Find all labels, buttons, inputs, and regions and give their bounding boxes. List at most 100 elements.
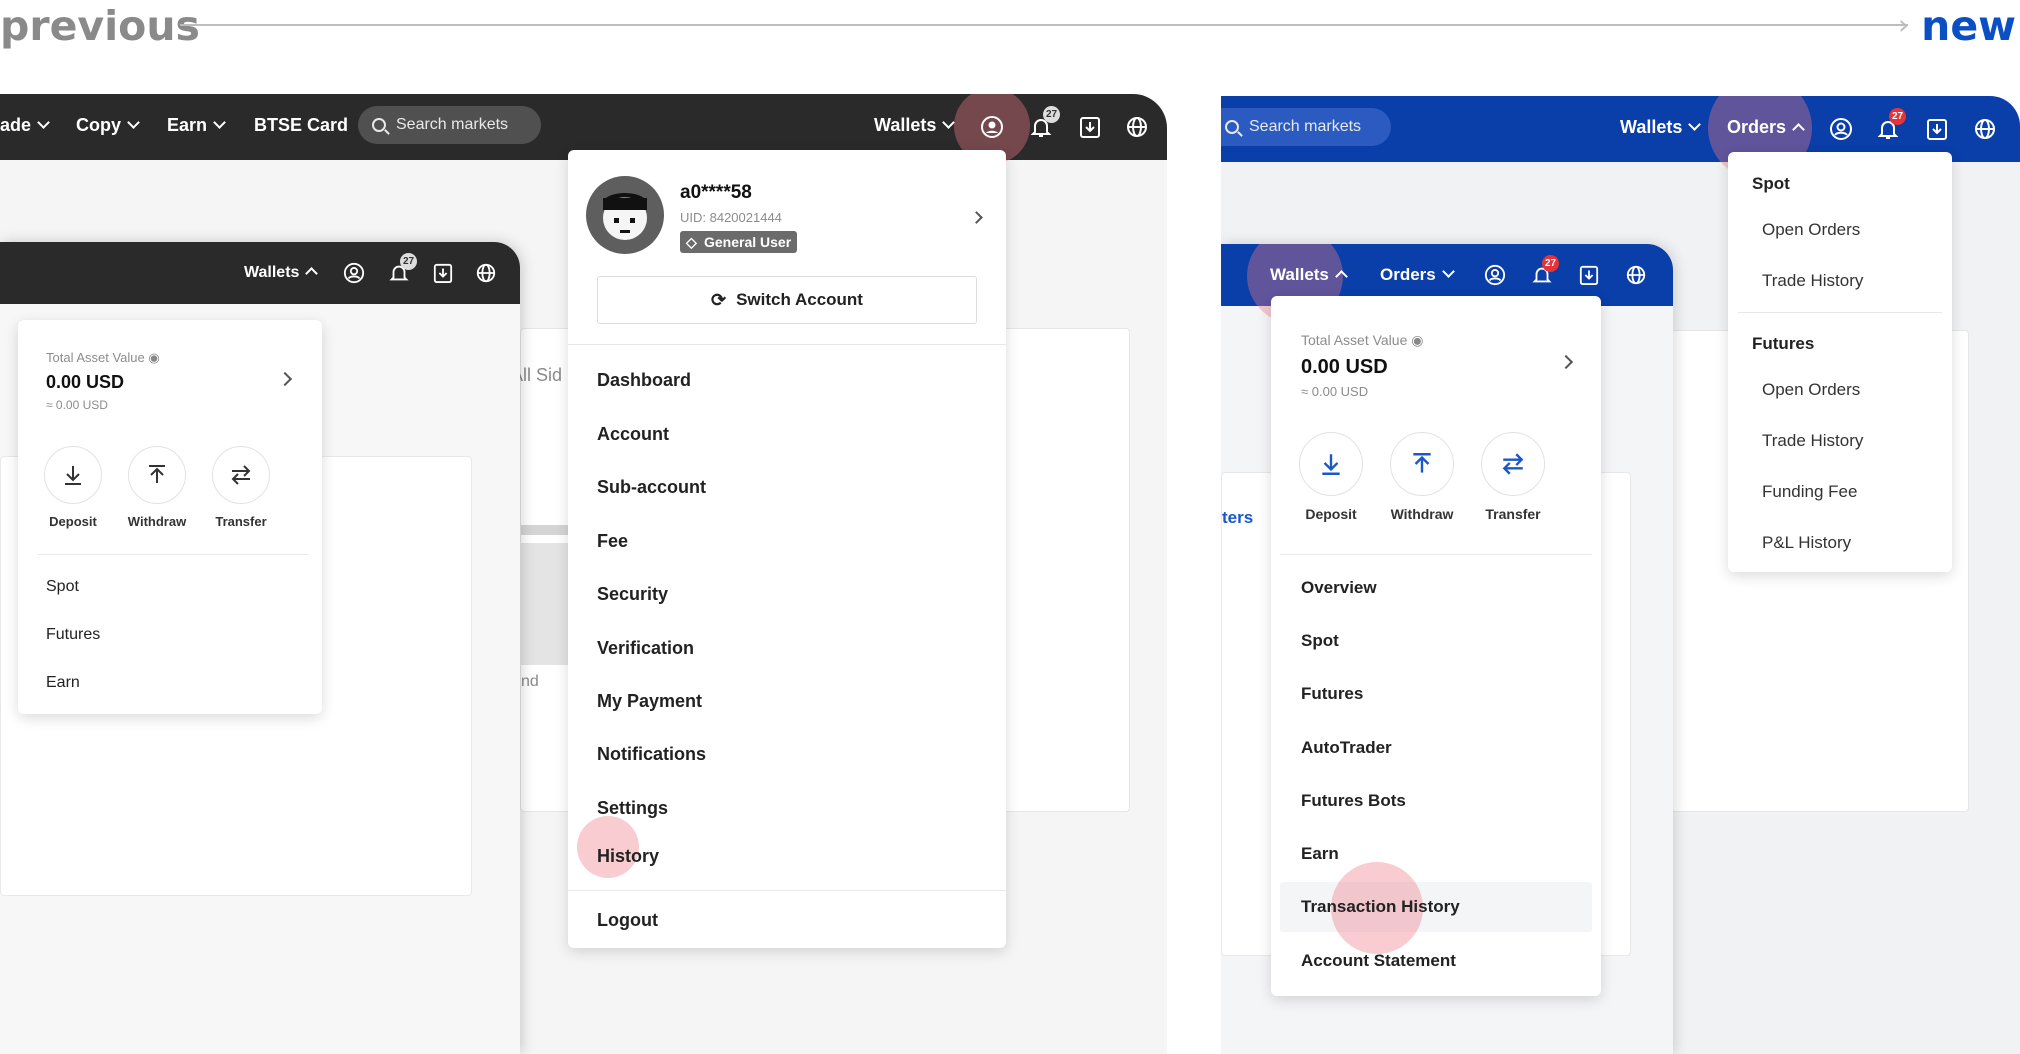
diamond-icon: ◇ bbox=[686, 234, 697, 250]
download-icon[interactable] bbox=[1075, 112, 1105, 142]
chevron-right-icon[interactable] bbox=[1558, 354, 1574, 370]
menu-item-my-payment[interactable]: My Payment bbox=[597, 691, 702, 712]
wallet-item-autotrader[interactable]: AutoTrader bbox=[1301, 738, 1392, 758]
inner-account-icon[interactable] bbox=[1480, 260, 1510, 290]
inner-download-icon[interactable] bbox=[1574, 260, 1604, 290]
search-markets-input[interactable]: Search markets bbox=[1221, 108, 1391, 146]
nav-orders[interactable]: Orders bbox=[1727, 117, 1805, 138]
chevron-up-icon bbox=[1335, 270, 1348, 283]
menu-item-verification[interactable]: Verification bbox=[597, 638, 694, 659]
orders-item-pnl-history[interactable]: P&L History bbox=[1762, 533, 1851, 553]
wallet-item-earn[interactable]: Earn bbox=[46, 674, 80, 692]
nav-wallets[interactable]: Wallets bbox=[1620, 117, 1702, 138]
inner-nav-wallets[interactable]: Wallets bbox=[244, 264, 319, 282]
deposit-label: Deposit bbox=[1305, 506, 1357, 522]
total-asset-value: 0.00 USD bbox=[46, 372, 125, 392]
menu-item-dashboard[interactable]: Dashboard bbox=[597, 370, 691, 391]
inner-globe-icon[interactable] bbox=[1621, 260, 1651, 290]
orders-heading-spot: Spot bbox=[1752, 174, 1790, 193]
globe-icon[interactable] bbox=[1122, 112, 1152, 142]
search-icon bbox=[372, 118, 386, 132]
eye-icon[interactable]: ◉ bbox=[148, 350, 159, 365]
user-uid: UID: 8420021444 bbox=[680, 210, 782, 225]
search-markets-input[interactable]: Search markets bbox=[358, 106, 541, 144]
notification-bell-icon[interactable]: 27 bbox=[1026, 106, 1061, 142]
menu-item-fee[interactable]: Fee bbox=[597, 531, 628, 552]
menu-item-notifications[interactable]: Notifications bbox=[597, 744, 706, 765]
wallet-item-earn[interactable]: Earn bbox=[1301, 844, 1339, 864]
search-icon bbox=[1225, 120, 1239, 134]
orders-item-spot-open-orders[interactable]: Open Orders bbox=[1762, 220, 1860, 240]
chevron-right-icon[interactable] bbox=[970, 211, 983, 224]
transfer-label: Transfer bbox=[1485, 506, 1541, 522]
account-icon[interactable] bbox=[1826, 114, 1856, 144]
deposit-button[interactable] bbox=[1299, 432, 1363, 496]
orders-item-spot-trade-history[interactable]: Trade History bbox=[1762, 271, 1863, 291]
menu-item-history[interactable]: History bbox=[597, 846, 659, 867]
wallet-item-transaction-history[interactable]: Transaction History bbox=[1301, 897, 1460, 917]
nav-wallets[interactable]: Wallets bbox=[874, 115, 956, 136]
refresh-icon: ⟳ bbox=[711, 289, 727, 310]
wallet-item-spot[interactable]: Spot bbox=[46, 578, 79, 596]
nav-earn[interactable]: Earn bbox=[167, 115, 226, 136]
notification-count-badge: 27 bbox=[1889, 108, 1907, 125]
nav-copy[interactable]: Copy bbox=[76, 115, 140, 136]
deposit-button[interactable] bbox=[44, 446, 102, 504]
username: a0****58 bbox=[680, 182, 752, 203]
chevron-up-icon bbox=[1792, 123, 1805, 136]
divider bbox=[38, 554, 308, 555]
inner-new-screenshot: Wallets Orders 27 ters Total Asset Value… bbox=[1221, 244, 1673, 1054]
wallet-item-futures[interactable]: Futures bbox=[1301, 684, 1363, 704]
chevron-down-icon bbox=[37, 116, 50, 129]
inner-globe-icon[interactable] bbox=[471, 258, 501, 288]
orders-item-futures-open-orders[interactable]: Open Orders bbox=[1762, 380, 1860, 400]
orders-dropdown-menu: Spot Open Orders Trade History Futures O… bbox=[1728, 152, 1952, 572]
transfer-button[interactable] bbox=[212, 446, 270, 504]
wallet-item-futures-bots[interactable]: Futures Bots bbox=[1301, 791, 1406, 811]
notification-count-badge: 27 bbox=[1043, 106, 1061, 123]
download-icon[interactable] bbox=[1922, 114, 1952, 144]
logout-button[interactable]: Logout bbox=[597, 910, 658, 931]
background-text-ters[interactable]: ters bbox=[1222, 508, 1253, 528]
orders-item-funding-fee[interactable]: Funding Fee bbox=[1762, 482, 1857, 502]
globe-icon[interactable] bbox=[1970, 114, 2000, 144]
chevron-down-icon bbox=[127, 116, 140, 129]
withdraw-button[interactable] bbox=[128, 446, 186, 504]
account-icon[interactable] bbox=[977, 112, 1007, 142]
transfer-button[interactable] bbox=[1481, 432, 1545, 496]
background-bar bbox=[521, 525, 571, 535]
inner-nav-wallets[interactable]: Wallets bbox=[1270, 265, 1348, 285]
menu-item-sub-account[interactable]: Sub-account bbox=[597, 477, 706, 498]
background-block bbox=[521, 543, 571, 665]
progress-arrow-line bbox=[180, 24, 1908, 26]
inner-notification-bell-icon[interactable]: 27 bbox=[384, 253, 418, 288]
inner-notification-count-badge: 27 bbox=[400, 253, 418, 270]
inner-notification-bell-icon[interactable]: 27 bbox=[1527, 255, 1560, 290]
total-asset-approx: ≈ 0.00 USD bbox=[46, 398, 108, 412]
inner-nav-orders[interactable]: Orders bbox=[1380, 265, 1455, 285]
inner-top-bar: Wallets 27 bbox=[0, 242, 520, 304]
avatar bbox=[586, 176, 664, 254]
menu-item-account[interactable]: Account bbox=[597, 424, 669, 445]
chevron-down-icon bbox=[1688, 118, 1702, 131]
divider bbox=[568, 344, 1006, 345]
account-dropdown-menu: a0****58 UID: 8420021444 ◇ General User … bbox=[568, 150, 1006, 948]
wallet-item-overview[interactable]: Overview bbox=[1301, 578, 1377, 598]
menu-item-security[interactable]: Security bbox=[597, 584, 668, 605]
chevron-right-icon[interactable] bbox=[277, 371, 293, 387]
inner-account-icon[interactable] bbox=[339, 258, 369, 288]
switch-account-button[interactable]: ⟳ Switch Account bbox=[597, 276, 977, 324]
wallet-dropdown-previous: Total Asset Value ◉ 0.00 USD ≈ 0.00 USD … bbox=[18, 320, 322, 714]
wallet-item-account-statement[interactable]: Account Statement bbox=[1301, 951, 1456, 971]
eye-icon[interactable]: ◉ bbox=[1411, 332, 1423, 348]
previous-screenshot: ade Copy Earn BTSE Card Search markets W… bbox=[0, 94, 1167, 1054]
nav-btse-card[interactable]: BTSE Card bbox=[254, 115, 348, 136]
notification-bell-icon[interactable]: 27 bbox=[1873, 108, 1907, 144]
user-type-badge: ◇ General User bbox=[680, 231, 798, 253]
withdraw-button[interactable] bbox=[1390, 432, 1454, 496]
inner-download-icon[interactable] bbox=[428, 258, 458, 288]
wallet-item-spot[interactable]: Spot bbox=[1301, 631, 1339, 651]
wallet-item-futures[interactable]: Futures bbox=[46, 626, 100, 644]
nav-trade[interactable]: ade bbox=[0, 115, 50, 136]
orders-item-futures-trade-history[interactable]: Trade History bbox=[1762, 431, 1863, 451]
